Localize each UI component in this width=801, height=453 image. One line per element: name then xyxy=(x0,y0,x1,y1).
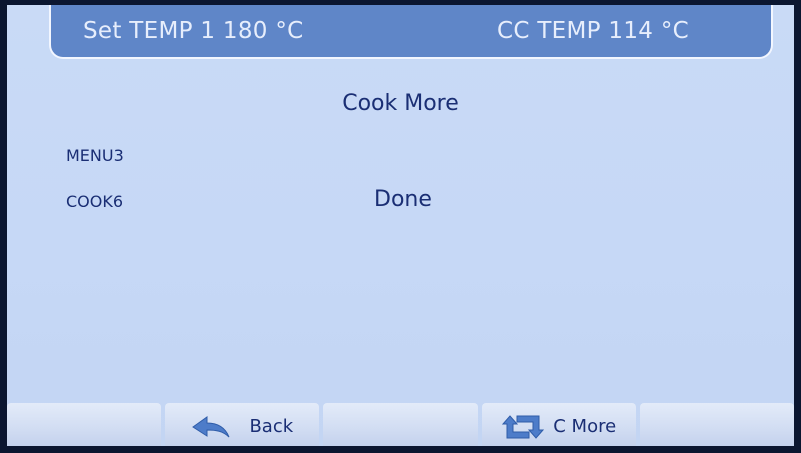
empty-button-3[interactable] xyxy=(323,403,478,446)
repeat-icon xyxy=(501,414,545,440)
header-bar: Set TEMP 1 180 °C CC TEMP 114 °C xyxy=(49,5,773,59)
c-more-button[interactable]: C More xyxy=(481,403,636,446)
page-title: Cook More xyxy=(342,91,459,116)
empty-button-5[interactable] xyxy=(639,403,794,446)
cc-temp-readout: CC TEMP 114 °C xyxy=(497,18,690,44)
back-button[interactable]: Back xyxy=(165,403,320,446)
set-temp-readout: Set TEMP 1 180 °C xyxy=(83,18,304,44)
display-screen: Set TEMP 1 180 °C CC TEMP 114 °C Cook Mo… xyxy=(7,5,794,446)
status-text: Done xyxy=(374,187,432,212)
menu-label: MENU3 xyxy=(66,146,124,165)
back-label: Back xyxy=(249,416,294,437)
bottom-button-bar: Back C More xyxy=(7,403,794,446)
cook-label: COOK6 xyxy=(66,192,124,211)
c-more-label: C More xyxy=(553,416,617,437)
empty-button-1[interactable] xyxy=(7,403,162,446)
back-arrow-icon xyxy=(191,415,231,439)
